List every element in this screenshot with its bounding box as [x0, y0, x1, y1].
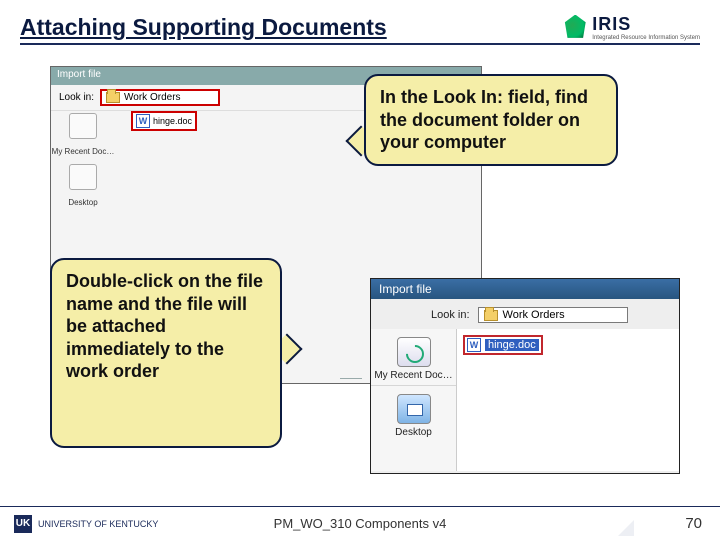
file-name-front: hinge.doc: [485, 339, 539, 351]
word-icon: W: [136, 114, 150, 128]
footer-doc-id: PM_WO_310 Components v4: [274, 516, 447, 531]
folder-icon: [106, 92, 120, 103]
iris-icon: [562, 15, 588, 41]
header-row: Attaching Supporting Documents IRIS Inte…: [20, 14, 700, 45]
callout-doubleclick: Double-click on the file name and the fi…: [50, 258, 282, 448]
slide-title: Attaching Supporting Documents: [20, 14, 387, 41]
look-in-dropdown-front[interactable]: Work Orders: [478, 307, 628, 323]
recent-icon[interactable]: [69, 113, 97, 139]
places-sidebar-front: My Recent Doc… Desktop: [371, 329, 457, 471]
word-icon: W: [467, 338, 481, 352]
folder-icon: [484, 310, 498, 321]
look-in-value-back: Work Orders: [124, 92, 181, 103]
look-in-value-front: Work Orders: [503, 309, 565, 321]
uk-mark-icon: UK: [14, 515, 32, 533]
page-number: 70: [685, 515, 702, 532]
look-in-label-back: Look in:: [59, 92, 94, 103]
file-item-front[interactable]: W hinge.doc: [463, 335, 543, 355]
file-name-back: hinge.doc: [153, 116, 192, 126]
look-in-label-front: Look in:: [431, 309, 470, 321]
desktop-icon[interactable]: [69, 164, 97, 190]
uk-org-name: UNIVERSITY OF KENTUCKY: [38, 519, 158, 529]
callout-lookin: In the Look In: field, find the document…: [364, 74, 618, 166]
sidebar-front-label-0: My Recent Doc…: [371, 370, 456, 381]
dialog-front-title: Import file: [371, 279, 679, 299]
iris-logo: IRIS Integrated Resource Information Sys…: [562, 14, 700, 41]
look-in-dropdown-back[interactable]: Work Orders: [100, 89, 220, 106]
desktop-icon[interactable]: [397, 394, 431, 424]
file-item-back[interactable]: W hinge.doc: [131, 111, 197, 131]
connector-line: [340, 378, 362, 379]
iris-logo-subtitle: Integrated Resource Information System: [592, 35, 700, 41]
footer: UK UNIVERSITY OF KENTUCKY PM_WO_310 Comp…: [0, 506, 720, 540]
sidebar-back-label-0: My Recent Doc…: [52, 147, 115, 156]
sidebar-back-label-1: Desktop: [68, 198, 97, 207]
import-dialog-front: Import file Look in: Work Orders My Rece…: [370, 278, 680, 474]
places-sidebar-back: My Recent Doc… Desktop: [51, 107, 115, 207]
sidebar-front-label-1: Desktop: [371, 427, 456, 438]
recent-docs-icon[interactable]: [397, 337, 431, 367]
file-list-area: W hinge.doc: [457, 329, 679, 471]
uk-logo: UK UNIVERSITY OF KENTUCKY: [14, 515, 158, 533]
iris-logo-text: IRIS: [592, 14, 700, 35]
